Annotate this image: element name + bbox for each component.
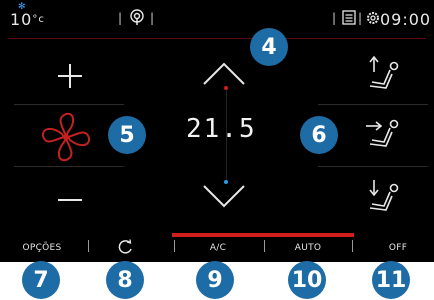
recirculation-icon [118, 239, 132, 254]
fan-speed-icon [38, 110, 94, 164]
callout-badge: 7 [22, 261, 60, 299]
bar-separator [88, 240, 89, 252]
temperature-up-button[interactable] [198, 58, 250, 88]
auto-button[interactable]: AUTO [286, 243, 330, 253]
ac-active-indicator [172, 233, 354, 237]
settings-gear-icon[interactable] [366, 10, 380, 29]
seat-airflow-face-icon [366, 119, 399, 147]
plus-icon [58, 64, 82, 88]
airflow-face-button[interactable] [360, 112, 406, 158]
divider [318, 104, 428, 105]
callout-badge: 6 [300, 116, 338, 154]
clock: 09:00 [380, 10, 432, 29]
status-separator: | [332, 11, 337, 25]
divider [14, 166, 124, 167]
chevron-up-icon [203, 62, 245, 85]
bar-separator [264, 240, 265, 252]
callout-badge: 8 [106, 261, 144, 299]
callout-badge: 4 [250, 28, 288, 66]
temperature-down-button[interactable] [198, 182, 250, 212]
outside-temp-unit: °c [32, 14, 45, 25]
connectivity-icon [128, 8, 146, 30]
airflow-feet-button[interactable] [360, 176, 406, 222]
temperature-max-dot [224, 86, 228, 90]
recirculation-button[interactable] [116, 238, 134, 256]
climate-screen: ✻ 10°c | | | | 09:00 21.5 OPÇÕES A/C AUT… [0, 0, 434, 262]
minus-icon [58, 199, 82, 201]
callout-badge: 11 [372, 261, 410, 299]
status-separator: | [150, 11, 155, 25]
callout-badge: 10 [288, 261, 326, 299]
callout-badge: 9 [196, 261, 234, 299]
options-button[interactable]: OPÇÕES [10, 243, 74, 253]
callout-badge: 5 [108, 116, 146, 154]
fan-decrease-button[interactable] [50, 182, 90, 218]
bar-separator [352, 240, 353, 252]
airflow-up-button[interactable] [360, 52, 406, 98]
seat-airflow-feet-icon [369, 180, 399, 211]
seat-airflow-up-icon [369, 55, 399, 89]
ac-button[interactable]: A/C [196, 243, 240, 253]
divider [14, 104, 124, 105]
temperature-setpoint: 21.5 [186, 114, 257, 144]
chevron-down-icon [203, 185, 245, 208]
off-button[interactable]: OFF [376, 243, 420, 253]
notification-icon[interactable] [342, 10, 356, 29]
fan-increase-button[interactable] [50, 58, 90, 94]
outside-temp-value: 10 [10, 10, 33, 29]
bar-separator [174, 240, 175, 252]
status-separator: | [358, 11, 363, 25]
divider [318, 166, 428, 167]
status-divider [8, 38, 426, 39]
status-separator: | [118, 11, 123, 25]
outside-temperature: 10°c [10, 10, 45, 29]
